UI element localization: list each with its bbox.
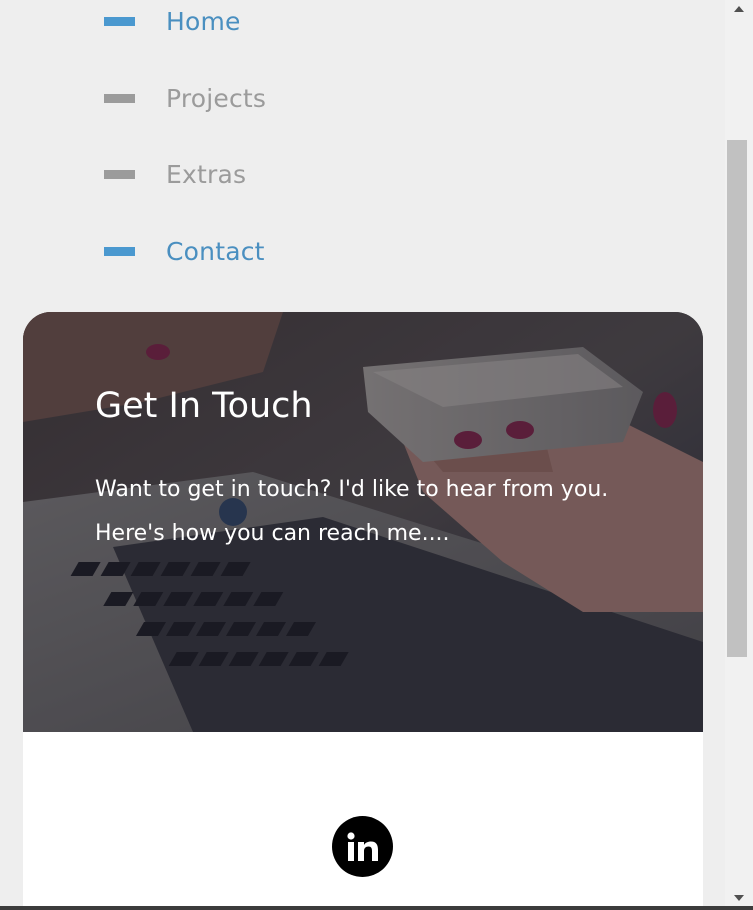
linkedin-link[interactable] — [332, 816, 393, 877]
hero-description-line-2: Here's how you can reach me.... — [95, 521, 450, 546]
nav-marker-home — [104, 16, 135, 26]
scroll-up-arrow-icon[interactable] — [725, 0, 753, 17]
scrollbar-thumb[interactable] — [727, 140, 747, 657]
nav-item-extras[interactable]: Extras — [104, 154, 246, 194]
contact-card: Get In Touch Want to get in touch? I'd l… — [23, 312, 703, 906]
nav-label-home: Home — [166, 6, 241, 36]
vertical-scrollbar[interactable] — [725, 0, 753, 906]
linkedin-icon — [346, 831, 378, 861]
page-viewport: Home Projects Extras Contact Get In Touc… — [0, 0, 725, 906]
nav-item-home[interactable]: Home — [104, 1, 241, 41]
nav-label-contact: Contact — [166, 236, 265, 266]
nav-marker-contact — [104, 246, 135, 256]
hero-title: Get In Touch — [95, 386, 313, 426]
hero-description: Want to get in touch? I'd like to hear f… — [95, 468, 655, 556]
nav-item-contact[interactable]: Contact — [104, 231, 265, 271]
scroll-down-arrow-icon[interactable] — [725, 889, 753, 906]
hero-banner: Get In Touch Want to get in touch? I'd l… — [23, 312, 703, 732]
nav-label-extras: Extras — [166, 159, 247, 189]
hero-description-line-1: Want to get in touch? I'd like to hear f… — [95, 477, 609, 502]
nav-marker-projects — [104, 93, 135, 103]
window-bottom-border — [0, 906, 753, 910]
nav-label-projects: Projects — [166, 83, 267, 113]
nav-item-projects[interactable]: Projects — [104, 78, 266, 118]
nav-marker-extras — [104, 169, 135, 179]
